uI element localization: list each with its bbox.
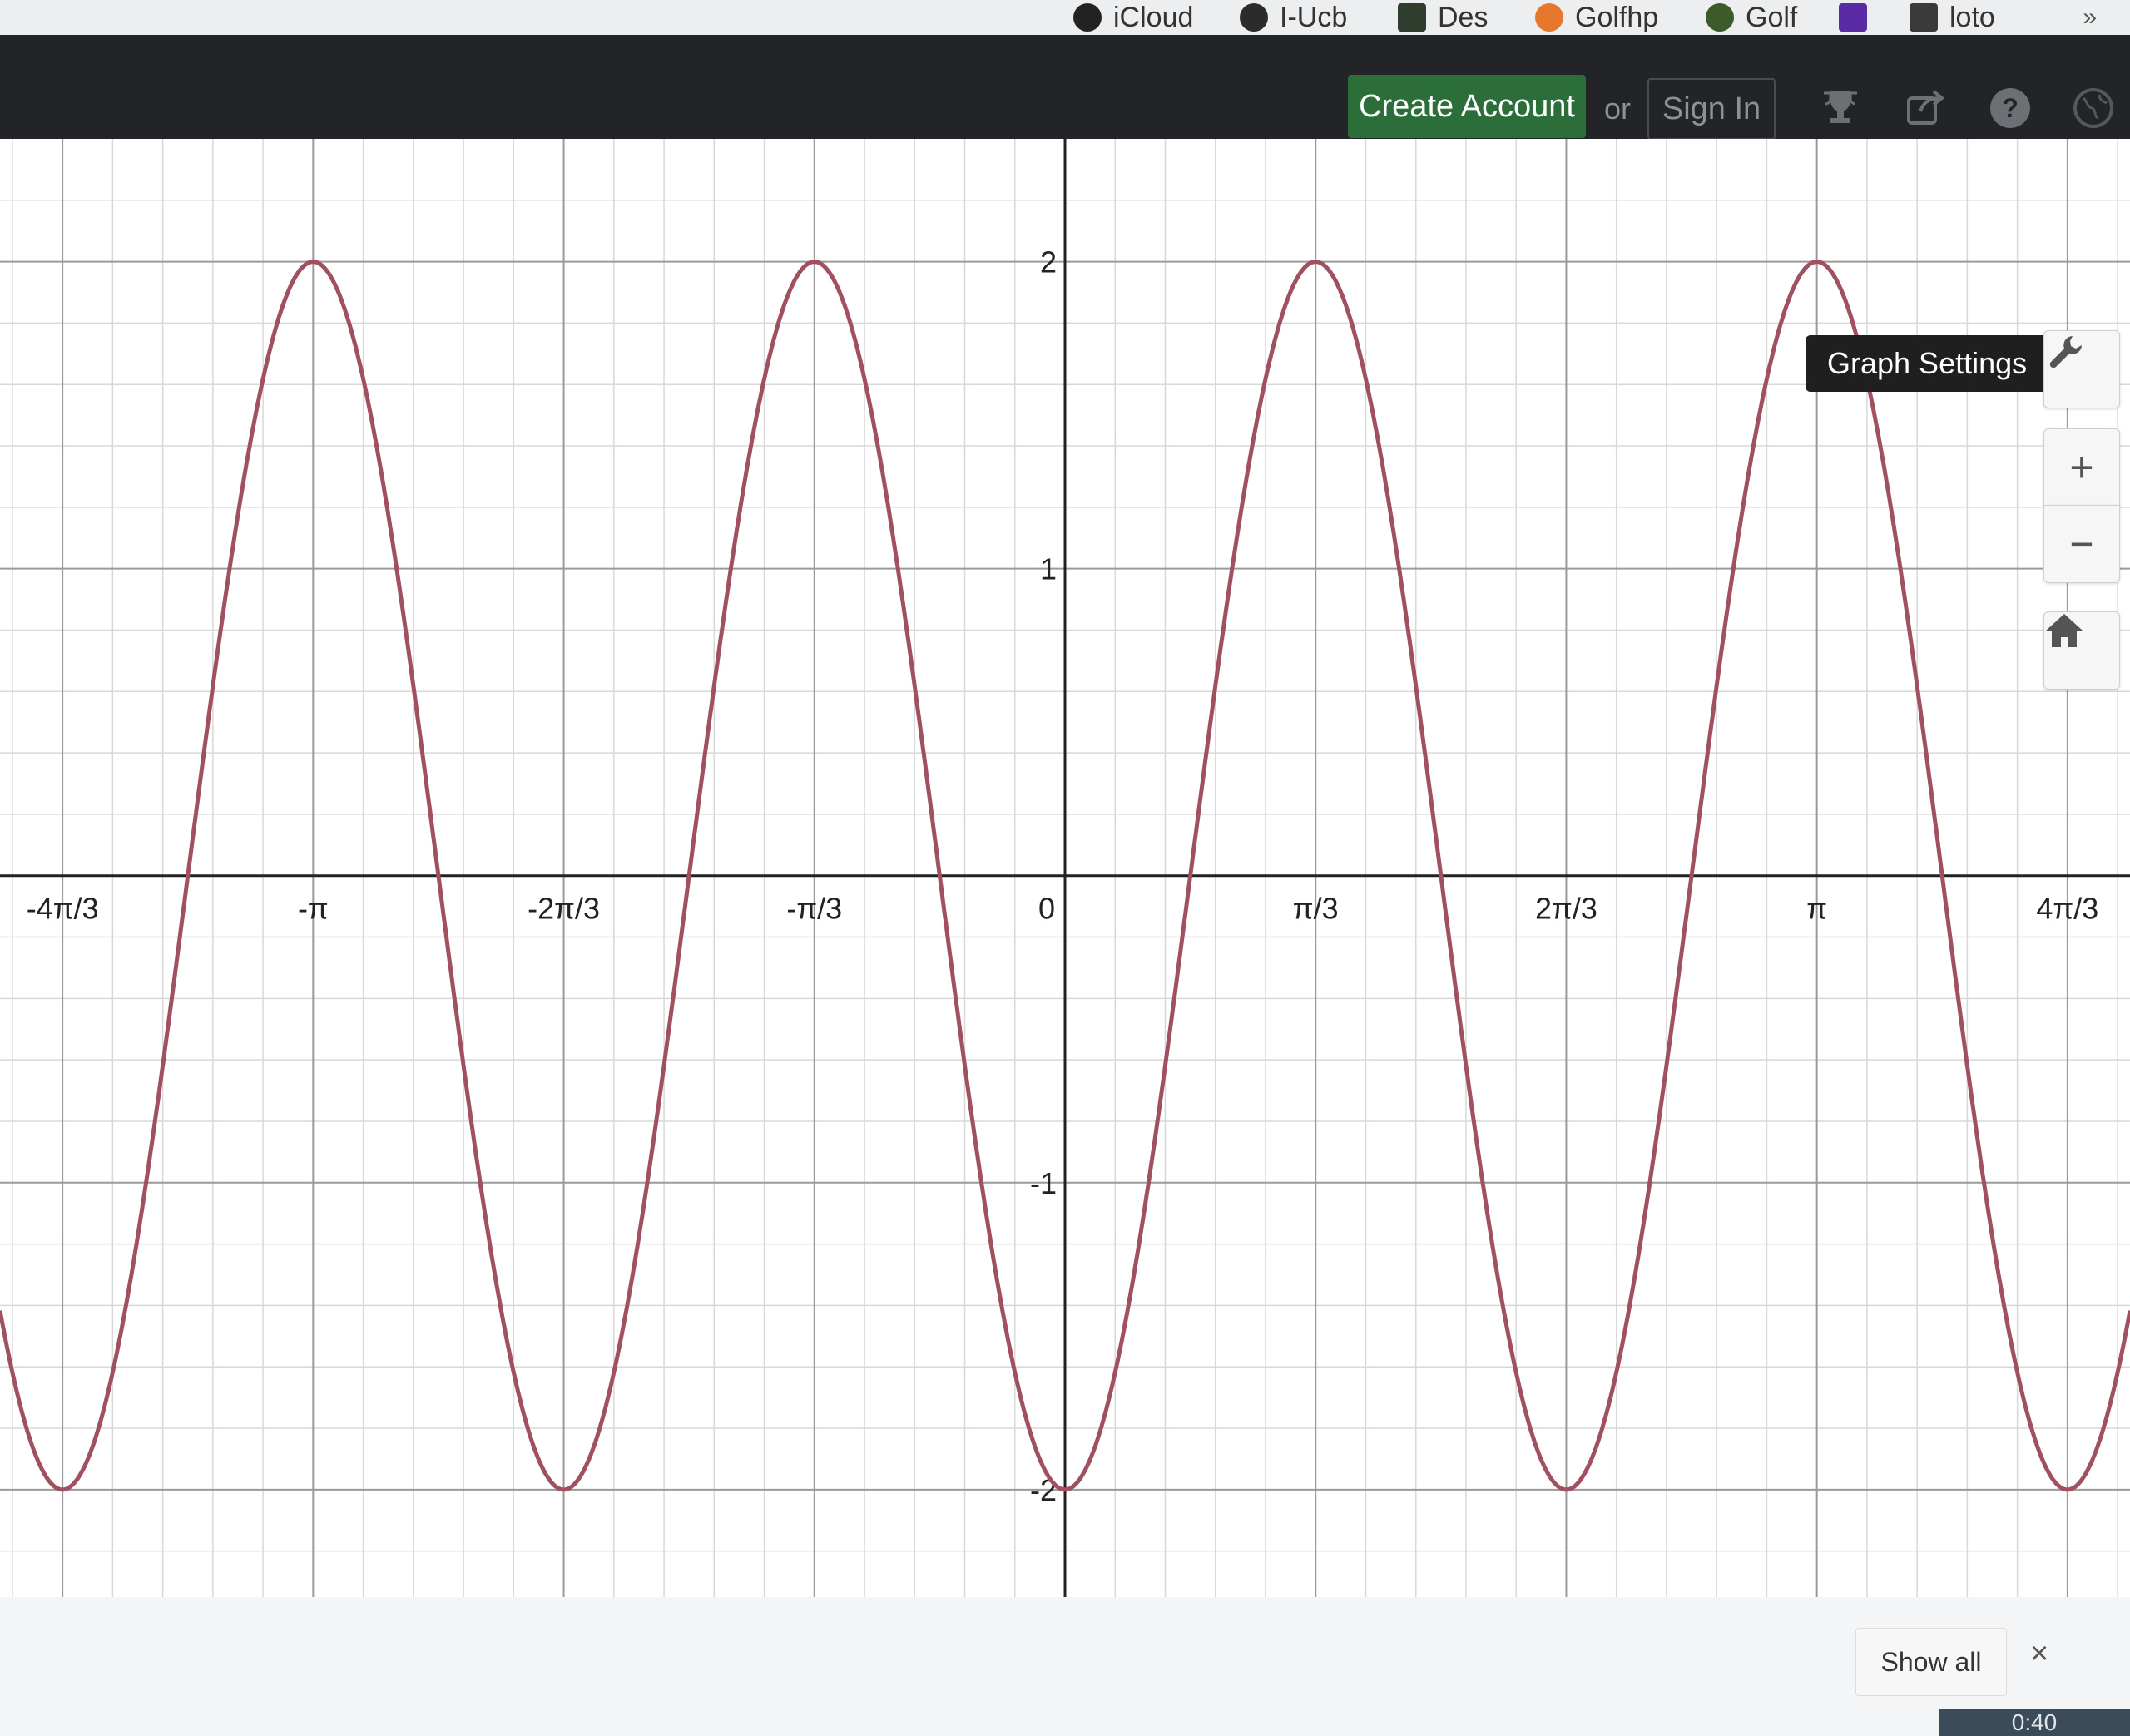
graph-paper[interactable]: -4π/3 -π -2π/3 -π/3 0 π/3 2π/3 π 4π/3 -2 -1 1 2 Grap…	[0, 139, 2130, 1736]
clock-time: 0:40	[1939, 1709, 2130, 1736]
bookmarks-bar: iCloud I-Ucb Des Golfhp Golf loto »	[0, 0, 2130, 36]
or-label: or	[1604, 91, 1632, 126]
y-tick-label: -2	[1030, 1473, 1057, 1507]
zoom-in-button[interactable]: +	[2043, 428, 2120, 507]
bookmark-des[interactable]: Des	[1398, 0, 1488, 35]
bookmark-loto[interactable]: loto	[1910, 0, 1995, 35]
y-tick-label: 1	[1040, 552, 1057, 586]
x-tick-label: -π/3	[786, 892, 842, 926]
graph-settings-button[interactable]	[2043, 330, 2120, 408]
bookmark-golfhp[interactable]: Golfhp	[1535, 0, 1658, 35]
y-tick-label: 2	[1040, 245, 1057, 279]
sign-in-button[interactable]: Sign In	[1647, 78, 1776, 140]
trophy-icon[interactable]	[1819, 87, 1862, 130]
bookmarks-more-chevron[interactable]: »	[2083, 0, 2097, 35]
language-icon[interactable]	[2072, 87, 2115, 130]
help-icon[interactable]: ?	[1989, 87, 2032, 130]
bookmark-label: I-Ucb	[1280, 1, 1348, 33]
bookmark-label: Des	[1438, 1, 1489, 33]
show-all-button[interactable]: Show all	[1855, 1628, 2007, 1696]
globe-icon	[1240, 3, 1268, 32]
apple-icon	[1073, 3, 1102, 32]
bookmark-golf[interactable]: Golf	[1706, 0, 1797, 35]
wrench-icon	[2049, 336, 2082, 368]
graph-settings-tooltip: Graph Settings	[1806, 335, 2063, 392]
ball-icon	[1706, 3, 1734, 32]
desmos-icon	[1398, 3, 1426, 32]
bookmark-yahoo[interactable]	[1839, 0, 1867, 35]
x-tick-label: -4π/3	[27, 892, 99, 926]
bookmark-label: Golfhp	[1575, 1, 1659, 33]
x-tick-label: 0	[1038, 892, 1055, 926]
y-tick-label: -1	[1030, 1166, 1057, 1200]
app-header: Create Account or Sign In ?	[0, 35, 2130, 140]
create-account-button[interactable]: Create Account	[1348, 75, 1586, 138]
x-tick-label: 4π/3	[2036, 892, 2098, 926]
bookmark-label: loto	[1949, 1, 1995, 33]
svg-text:?: ?	[2002, 93, 2019, 123]
bookmark-icloud[interactable]: iCloud	[1073, 0, 1193, 35]
x-tick-label: π/3	[1293, 892, 1339, 926]
zoom-out-button[interactable]: −	[2043, 505, 2120, 583]
grid-icon	[1910, 3, 1938, 32]
home-icon	[2046, 614, 2083, 647]
default-zoom-button[interactable]	[2043, 611, 2120, 690]
share-icon[interactable]	[1904, 87, 1947, 130]
x-tick-label: -π	[298, 892, 329, 926]
bookmark-i-ucb[interactable]: I-Ucb	[1240, 0, 1347, 35]
bookmark-label: iCloud	[1113, 1, 1194, 33]
close-icon[interactable]: ×	[2030, 1636, 2048, 1672]
yahoo-icon	[1839, 3, 1867, 32]
bookmark-label: Golf	[1746, 1, 1798, 33]
x-tick-label: π	[1806, 892, 1827, 926]
x-tick-label: -2π/3	[528, 892, 600, 926]
x-tick-label: 2π/3	[1535, 892, 1598, 926]
smiley-icon	[1535, 3, 1563, 32]
